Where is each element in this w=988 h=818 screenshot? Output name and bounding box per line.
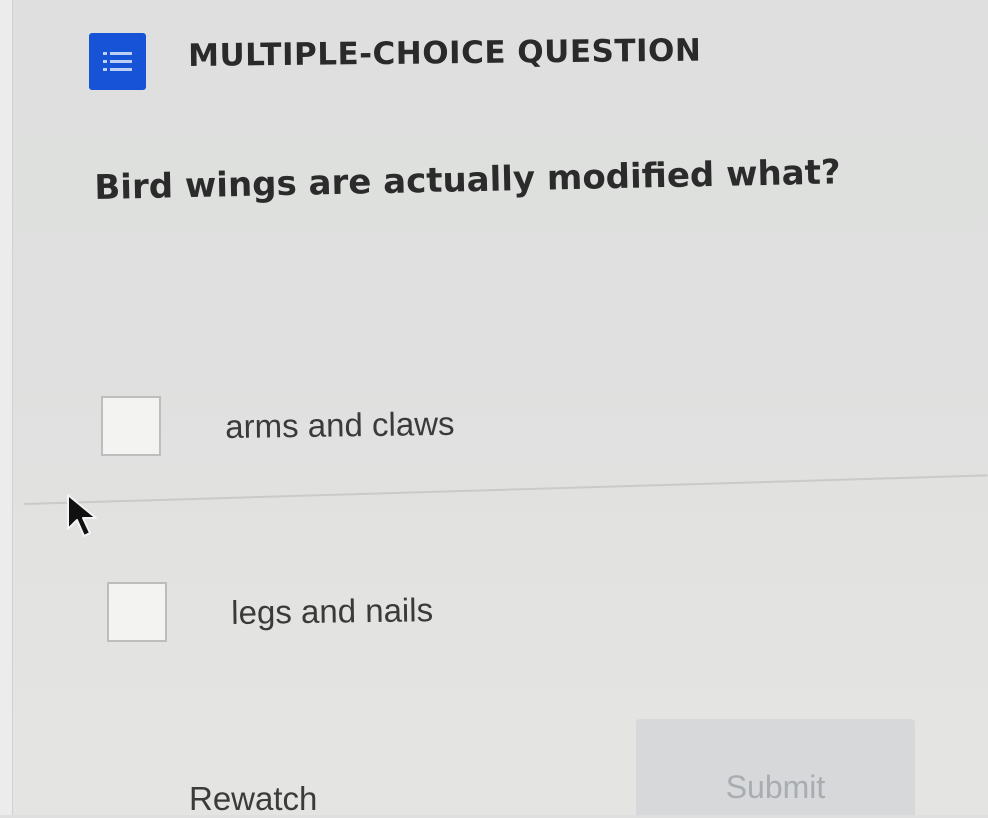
rewatch-link[interactable]: Rewatch <box>189 780 317 818</box>
answer-option-label: arms and claws <box>225 404 455 445</box>
page-left-border <box>0 0 13 815</box>
option-divider <box>23 474 988 505</box>
answer-checkbox[interactable] <box>101 396 161 456</box>
list-icon <box>89 33 146 90</box>
answer-checkbox[interactable] <box>107 582 167 642</box>
mouse-cursor-icon <box>66 493 106 539</box>
question-text: Bird wings are actually modified what? <box>94 152 842 208</box>
submit-button[interactable]: Submit <box>636 719 915 815</box>
question-type-title: MULTIPLE-CHOICE QUESTION <box>188 32 702 74</box>
answer-option[interactable]: arms and claws <box>101 396 521 466</box>
answer-option[interactable]: legs and nails <box>107 582 527 652</box>
answer-option-label: legs and nails <box>231 591 434 631</box>
